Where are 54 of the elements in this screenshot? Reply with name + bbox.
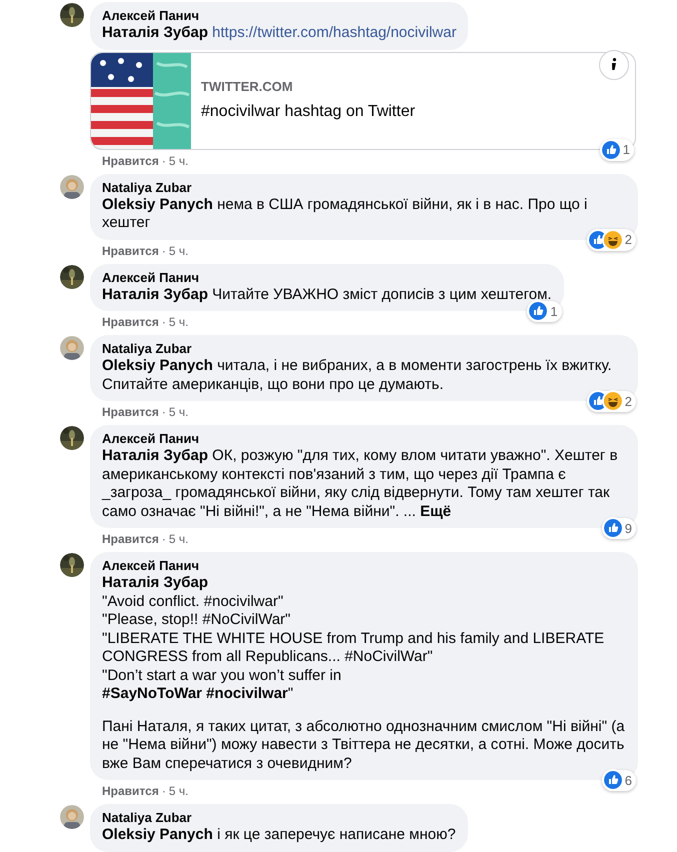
separator-dot: · [162, 784, 166, 798]
reaction-summary[interactable]: 2 [586, 390, 636, 412]
separator-dot: · [162, 405, 166, 419]
comment-text: Наталія Зубар https://twitter.com/hashtag/nocivilwar [102, 24, 456, 42]
comment-text: Oleksiy Panych і як це заперечує написане мною? [102, 826, 456, 844]
thumbs-up-icon [529, 302, 548, 320]
like-link[interactable]: Нравится [102, 405, 159, 419]
laughing-emoji-icon [604, 230, 622, 249]
reaction-summary[interactable]: 1 [600, 139, 634, 160]
reaction-count: 9 [624, 520, 632, 538]
thumbs-up-icon [604, 519, 622, 538]
author-name[interactable]: Алексей Панич [102, 270, 552, 286]
timestamp[interactable]: 5 ч. [168, 315, 188, 329]
thumbs-up-icon [602, 140, 620, 159]
separator-dot: · [162, 244, 166, 258]
timestamp[interactable]: 5 ч. [168, 784, 188, 798]
author-name[interactable]: Алексей Панич [102, 558, 626, 574]
timestamp[interactable]: 5 ч. [168, 154, 188, 168]
reaction-count: 2 [624, 392, 632, 410]
see-more-link[interactable]: Ещё [420, 502, 452, 520]
separator-dot: · [162, 315, 166, 329]
preview-domain: TWITTER.COM [201, 78, 294, 96]
reaction-summary[interactable]: 9 [602, 518, 636, 539]
comment-text: Oleksiy Panych нема в США громадянської війни, як і в нас. Про що і хештег [102, 196, 588, 232]
reaction-summary[interactable]: 2 [586, 229, 636, 250]
like-link[interactable]: Нравится [102, 315, 159, 329]
timestamp[interactable]: 5 ч. [168, 405, 188, 419]
author-name[interactable]: Nataliya Zubar [102, 810, 456, 826]
reaction-count: 1 [550, 302, 558, 320]
timestamp[interactable]: 5 ч. [168, 532, 188, 546]
thumbs-up-icon [588, 230, 607, 249]
reaction-summary[interactable]: 6 [602, 770, 636, 791]
reaction-summary[interactable]: 1 [527, 300, 562, 322]
like-link[interactable]: Нравится [102, 154, 159, 168]
separator-dot: · [162, 532, 166, 546]
info-icon [611, 58, 617, 71]
author-name[interactable]: Алексей Панич [102, 431, 626, 447]
info-button[interactable] [599, 50, 629, 80]
like-link[interactable]: Нравится [102, 532, 159, 546]
preview-title[interactable]: #nocivilwar hashtag on Twitter [201, 100, 416, 124]
timestamp[interactable]: 5 ч. [168, 244, 188, 258]
author-name[interactable]: Алексей Панич [102, 8, 456, 24]
like-link[interactable]: Нравится [102, 244, 159, 258]
like-link[interactable]: Нравится [102, 784, 159, 798]
author-name[interactable]: Nataliya Zubar [102, 180, 626, 196]
author-name[interactable]: Nataliya Zubar [102, 341, 626, 357]
reaction-count: 6 [624, 772, 632, 790]
reaction-count: 2 [624, 231, 632, 249]
comment-text: Наталія Зубар "Avoid conflict. #nocivilwar" "Please, stop!! #NoCivilWar" "LIBERATE THE WHITE HOUSE from Trump and his family and LIBERATE CONGRESS from all Republicans... #NoCivilWar" "Don’t start a war you won’t suffer in #SayNoToWar #nocivilwar" [102, 574, 606, 704]
thumbs-up-icon [588, 392, 607, 410]
separator-dot: · [162, 154, 166, 168]
link[interactable]: https://twitter.com/hashtag/nocivilwar [212, 24, 456, 41]
thumbs-up-icon [604, 771, 622, 790]
laughing-emoji-icon [604, 392, 622, 410]
